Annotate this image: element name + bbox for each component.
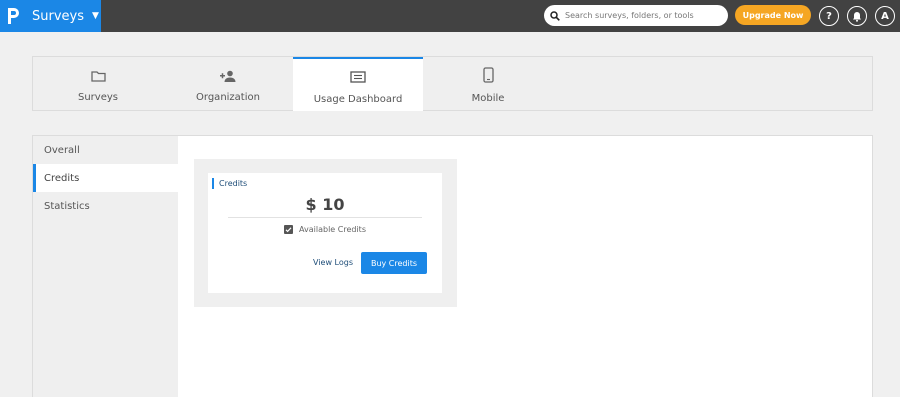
credits-amount: $ 10 bbox=[305, 195, 345, 214]
app-switcher[interactable]: Surveys ▼ bbox=[0, 0, 101, 32]
credits-card-title: Credits bbox=[212, 178, 247, 189]
tab-mobile[interactable]: Mobile bbox=[423, 57, 553, 111]
search-box[interactable] bbox=[544, 5, 728, 26]
credits-card: Credits $ 10 Available Credits View Logs… bbox=[208, 173, 442, 293]
help-icon[interactable]: ? bbox=[819, 6, 839, 26]
notification-bell-icon[interactable] bbox=[847, 6, 867, 26]
dashboard-icon bbox=[350, 69, 366, 88]
caret-down-icon: ▼ bbox=[92, 11, 99, 21]
available-credits-label: Available Credits bbox=[299, 225, 366, 234]
credits-card-container: Credits $ 10 Available Credits View Logs… bbox=[194, 159, 457, 307]
logo-icon bbox=[0, 0, 26, 32]
available-credits-row: Available Credits bbox=[208, 225, 442, 234]
sidebar-item-credits[interactable]: Credits bbox=[33, 164, 178, 192]
upgrade-now-button[interactable]: Upgrade Now bbox=[735, 5, 811, 25]
buy-credits-button[interactable]: Buy Credits bbox=[361, 252, 427, 274]
view-logs-link[interactable]: View Logs bbox=[313, 258, 353, 267]
sidebar-item-statistics[interactable]: Statistics bbox=[33, 192, 178, 220]
app-name: Surveys bbox=[32, 8, 84, 24]
mobile-icon bbox=[482, 67, 494, 87]
tab-organization[interactable]: Organization bbox=[163, 57, 293, 111]
tab-label: Usage Dashboard bbox=[313, 94, 403, 105]
top-bar: Surveys ▼ Upgrade Now ? A bbox=[0, 0, 900, 32]
people-icon bbox=[219, 67, 237, 86]
dashboard-sidebar: Overall Credits Statistics bbox=[33, 136, 178, 397]
tab-label: Surveys bbox=[78, 92, 118, 103]
user-avatar[interactable]: A bbox=[875, 6, 895, 26]
search-input[interactable] bbox=[565, 11, 715, 20]
divider bbox=[228, 217, 422, 218]
main-tabs: Surveys Organization Usage Dashboard Mob… bbox=[32, 56, 873, 111]
search-icon bbox=[550, 6, 560, 25]
content-panel: Overall Credits Statistics Credits $ 10 … bbox=[32, 135, 873, 397]
tab-label: Organization bbox=[196, 92, 260, 103]
tab-surveys[interactable]: Surveys bbox=[33, 57, 163, 111]
sidebar-item-overall[interactable]: Overall bbox=[33, 136, 178, 164]
tab-usage-dashboard[interactable]: Usage Dashboard bbox=[293, 57, 423, 111]
checkbox-icon bbox=[284, 225, 293, 234]
tab-label: Mobile bbox=[471, 93, 505, 104]
folder-icon bbox=[90, 67, 106, 86]
